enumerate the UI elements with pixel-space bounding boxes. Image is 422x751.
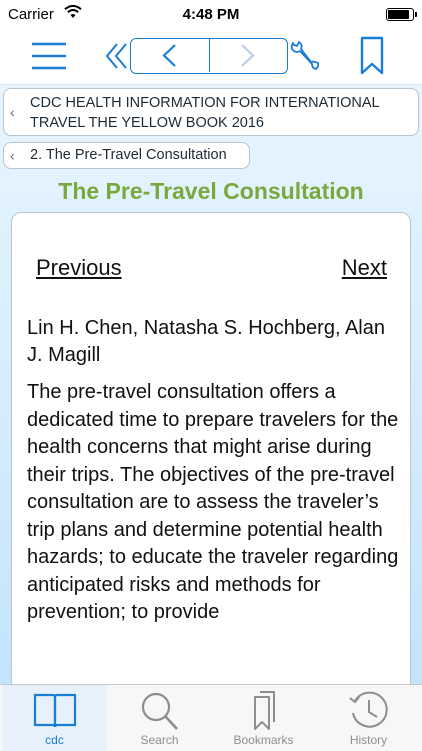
page-navigation-segmented-control bbox=[130, 38, 288, 74]
page-title: The Pre-Travel Consultation bbox=[58, 178, 364, 204]
next-page-button[interactable] bbox=[209, 39, 286, 72]
tab-bookmarks[interactable]: Bookmarks bbox=[211, 685, 316, 751]
previous-link[interactable]: Previous bbox=[36, 255, 122, 281]
breadcrumb-label: 2. The Pre-Travel Consultation bbox=[30, 147, 227, 163]
tab-label: cdc bbox=[45, 733, 64, 747]
status-bar: Carrier 4:48 PM bbox=[0, 0, 422, 30]
breadcrumb-book[interactable]: ‹ CDC HEALTH INFORMATION FOR INTERNATION… bbox=[3, 88, 419, 136]
article-card: Previous Next Lin H. Chen, Natasha S. Ho… bbox=[11, 212, 411, 732]
tab-bar: cdc Search Bookmarks History bbox=[0, 684, 422, 751]
book-icon bbox=[33, 693, 77, 728]
tab-search[interactable]: Search bbox=[107, 685, 212, 751]
chevron-right-icon bbox=[241, 44, 255, 67]
tab-label: History bbox=[349, 733, 388, 747]
tab-history[interactable]: History bbox=[316, 685, 421, 751]
toolbar bbox=[0, 30, 422, 85]
wifi-icon bbox=[64, 4, 82, 18]
battery-icon bbox=[386, 8, 417, 21]
menu-icon[interactable] bbox=[30, 38, 68, 74]
tab-label: Bookmarks bbox=[233, 733, 294, 747]
breadcrumb-label: CDC HEALTH INFORMATION FOR INTERNATIONAL… bbox=[30, 95, 380, 131]
double-chevron-left-icon[interactable] bbox=[104, 39, 130, 73]
tab-label: Search bbox=[140, 733, 179, 747]
previous-page-button[interactable] bbox=[131, 39, 210, 72]
next-link[interactable]: Next bbox=[342, 255, 387, 281]
magnifier-icon bbox=[141, 692, 178, 730]
chevron-left-icon: ‹ bbox=[10, 104, 15, 120]
tab-cdc[interactable]: cdc bbox=[2, 685, 107, 751]
clock-icon bbox=[349, 691, 388, 728]
bookmark-icon[interactable] bbox=[358, 36, 386, 76]
article-authors: Lin H. Chen, Natasha S. Hochberg, Alan J… bbox=[27, 317, 385, 366]
chevron-left-icon bbox=[162, 44, 176, 67]
wrench-icon[interactable] bbox=[288, 39, 320, 73]
carrier-label: Carrier bbox=[8, 6, 54, 23]
breadcrumb-chapter[interactable]: ‹ 2. The Pre-Travel Consultation bbox=[3, 142, 250, 169]
article-paragraph: The pre-travel consultation offers a ded… bbox=[27, 381, 399, 623]
bookmarks-icon bbox=[254, 691, 275, 730]
chevron-left-icon: ‹ bbox=[10, 147, 15, 163]
